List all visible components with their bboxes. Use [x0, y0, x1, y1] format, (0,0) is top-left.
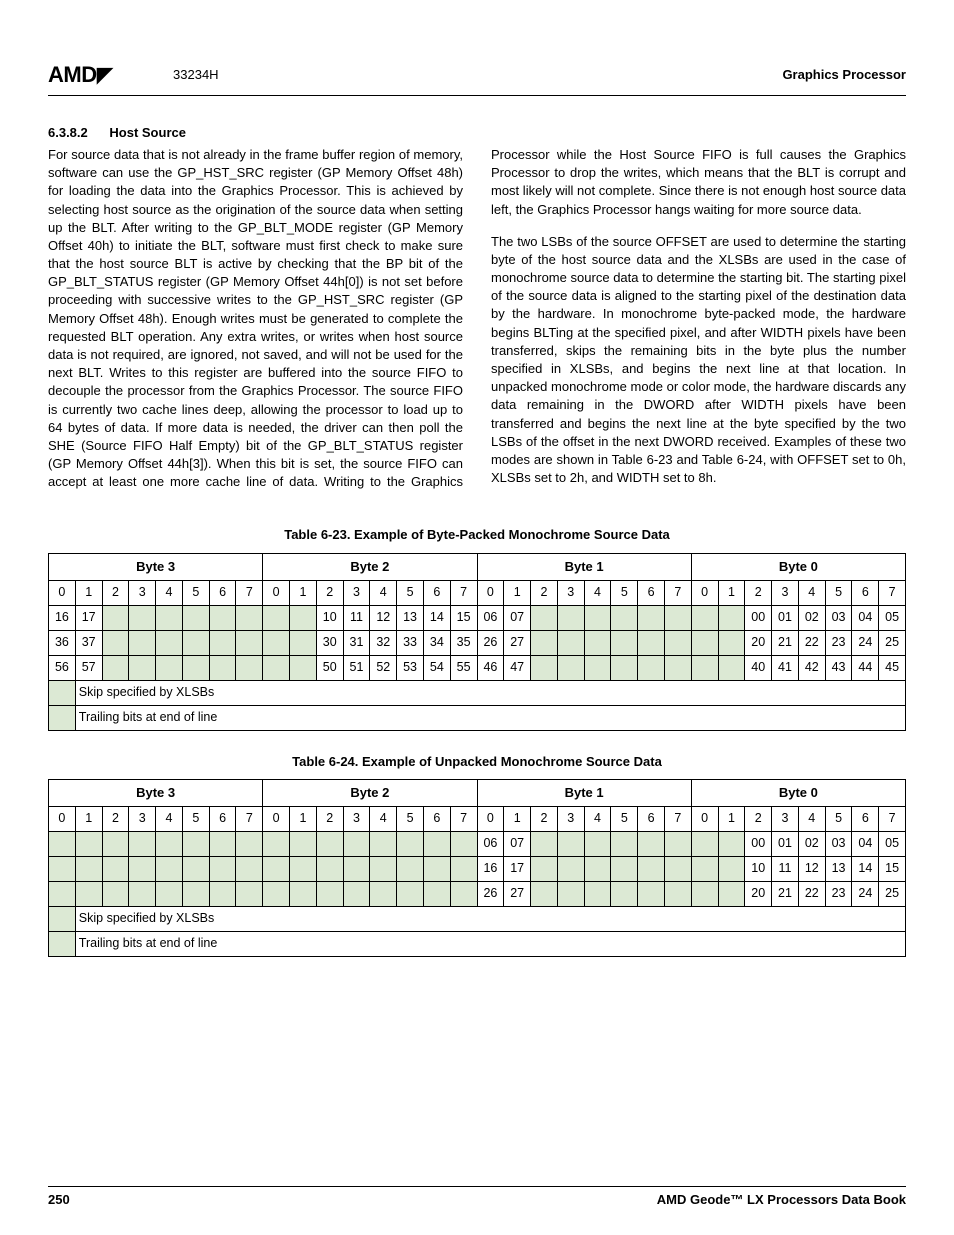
page-footer: 250 AMD Geode™ LX Processors Data Book [48, 1186, 906, 1209]
table-23: Byte 3 Byte 2 Byte 1 Byte 0 012345670123… [48, 553, 906, 731]
paragraph-2: The two LSBs of the source OFFSET are us… [491, 233, 906, 488]
section-number: 6.3.8.2 [48, 125, 88, 140]
table-24: Byte 3 Byte 2 Byte 1 Byte 0 012345670123… [48, 779, 906, 957]
book-title: AMD Geode™ LX Processors Data Book [657, 1191, 906, 1209]
page-number: 250 [48, 1191, 70, 1209]
document-id: 33234H [173, 66, 219, 84]
table-row: 36373031323334352627202122232425 [49, 630, 906, 655]
section-heading: 6.3.8.2 Host Source [48, 124, 906, 142]
table-23-caption: Table 6-23. Example of Byte-Packed Monoc… [48, 526, 906, 544]
table-row: 01234567012345670123456701234567 [49, 806, 906, 831]
table-24-caption: Table 6-24. Example of Unpacked Monochro… [48, 753, 906, 771]
table-row: Byte 3 Byte 2 Byte 1 Byte 0 [49, 779, 906, 806]
header-title: Graphics Processor [782, 66, 906, 84]
amd-logo: AMD◤ [48, 60, 113, 91]
table-row: 16171011121314150607000102030405 [49, 605, 906, 630]
table-row: 1617101112131415 [49, 856, 906, 881]
section-title: Host Source [109, 125, 186, 140]
table-row: Trailing bits at end of line [49, 705, 906, 730]
page-header: AMD◤ 33234H Graphics Processor [48, 60, 906, 96]
body-columns: For source data that is not already in t… [48, 146, 906, 496]
table-row: 0607000102030405 [49, 831, 906, 856]
table-row: Byte 3 Byte 2 Byte 1 Byte 0 [49, 553, 906, 580]
table-row: 01234567012345670123456701234567 [49, 580, 906, 605]
table-row: Trailing bits at end of line [49, 931, 906, 956]
table-row: 2627202122232425 [49, 881, 906, 906]
table-row: Skip specified by XLSBs [49, 680, 906, 705]
table-row: Skip specified by XLSBs [49, 906, 906, 931]
table-row: 56575051525354554647404142434445 [49, 655, 906, 680]
